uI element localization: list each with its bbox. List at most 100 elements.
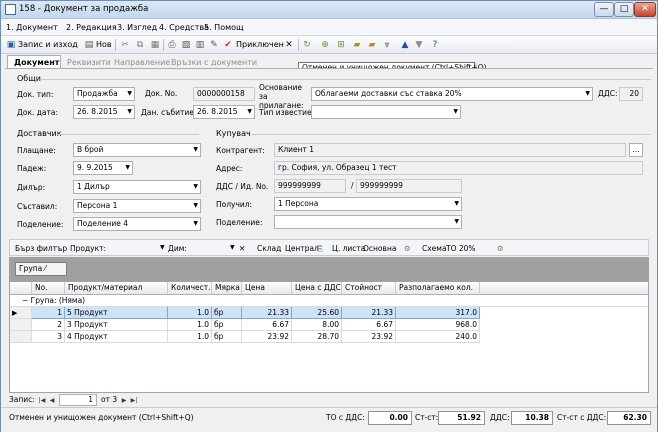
col-price-header[interactable]: Цена [242,282,292,295]
group-chip[interactable]: Група ⁄ [15,262,67,276]
notice-type-select[interactable]: ▼ [311,105,461,119]
cell-unit[interactable]: бр [212,331,242,343]
cell-price[interactable]: 21.33 [242,307,292,319]
buyer-dept-select[interactable]: ▼ [274,215,462,229]
cell-qty[interactable]: 1.0 [168,319,212,331]
warehouse-icon[interactable]: ⎘ [317,244,323,254]
row-indicator[interactable] [10,319,32,331]
copy-icon[interactable]: ⧉ [134,39,146,51]
scheme-icon[interactable]: ⚙ [497,244,504,253]
chevron-down-icon[interactable]: ▼ [160,244,165,251]
cell-unit[interactable]: бр [212,307,242,319]
tab-related-documents[interactable]: Връзки с документи [171,58,257,67]
col-price-vat-header[interactable]: Цена с ДДС [292,282,342,295]
add-row-icon[interactable]: ⊕ [319,39,331,51]
edit-icon[interactable]: ✎ [208,39,220,51]
cell-no[interactable]: 1 [32,307,65,319]
print-icon[interactable]: ⎙ [166,39,178,51]
col-unit-header[interactable]: Мярка [212,282,242,295]
down-arrow-icon[interactable]: ▼ [413,39,425,51]
up-arrow-icon[interactable]: ▲ [399,39,411,51]
cell-available[interactable]: 317.0 [396,307,480,319]
cell-price[interactable]: 23.92 [242,331,292,343]
cell-price-vat[interactable]: 28.70 [292,331,342,343]
prev-record-icon[interactable]: ◀ [48,396,56,405]
last-record-icon[interactable]: ▶| [130,396,138,405]
folder-icon[interactable]: ▰ [351,39,363,51]
next-record-icon[interactable]: ▶ [120,396,128,405]
refresh-icon[interactable]: ↻ [301,39,313,51]
counterparty-label: Контрагент: [216,146,265,155]
due-date-field[interactable]: 9. 9.2015 ▼ [73,161,133,175]
cell-no[interactable]: 2 [32,319,65,331]
new-button[interactable]: Нов [96,40,112,49]
pricelist-select[interactable]: Основна [363,244,396,253]
items-grid: No. Продукт/материал Количест... Мярка Ц… [9,281,649,393]
chevron-down-icon[interactable]: ▼ [230,244,235,251]
pricelist-icon[interactable]: ⚙ [404,244,411,253]
cell-available[interactable]: 968.0 [396,319,480,331]
cell-price-vat[interactable]: 25.60 [292,307,342,319]
scheme-select[interactable]: ТО 20% [446,244,476,253]
address-field: гр. София, ул. Образец 1 тест [274,161,643,175]
doc-date-field[interactable]: 26. 8.2015 ▼ [73,105,135,119]
tab-requisites[interactable]: Реквизити [67,58,111,67]
insert-icon[interactable]: ⊞ [335,39,347,51]
counterparty-browse-button[interactable]: ... [629,143,643,157]
export-icon[interactable]: ▥ [194,39,206,51]
dealer-select[interactable]: 1 Дилър ▼ [73,180,201,194]
menu-tools[interactable]: 4. Средства [159,23,209,32]
row-indicator[interactable] [10,331,32,343]
help-icon[interactable]: ? [429,39,441,51]
doc-type-select[interactable]: Продажба ▼ [73,87,135,101]
basis-select[interactable]: Облагаеми доставки със ставка 20% ▼ [311,87,593,101]
warehouse-select[interactable]: Централ [285,244,319,253]
tab-direction[interactable]: Направление [114,58,170,67]
menu-edit[interactable]: 2. Редакция [66,23,117,32]
menu-document[interactable]: 1. Документ [6,23,58,32]
cell-value[interactable]: 23.92 [342,331,396,343]
group-row[interactable]: − Група: (Няма) [10,295,648,307]
paste-icon[interactable]: ▦ [149,39,161,51]
cost-label: Ст-ст: [415,413,439,422]
first-record-icon[interactable]: |◀ [38,396,46,405]
event-date-field[interactable]: 26. 8.2015 ▼ [193,105,255,119]
author-select[interactable]: Персона 1 ▼ [73,199,201,213]
post-button[interactable]: Приключен [236,40,284,49]
close-button[interactable]: ✕ [634,2,656,17]
menu-help[interactable]: 5. Помощ [204,23,244,32]
col-value-header[interactable]: Стойност [342,282,396,295]
minimize-button[interactable]: — [594,2,614,17]
cancel-destroy-icon[interactable]: ✕ [283,39,295,51]
filter-icon[interactable]: ⩔ [381,39,393,51]
cell-value[interactable]: 6.67 [342,319,396,331]
save-exit-button[interactable]: Запис и изход [18,40,78,49]
cell-qty[interactable]: 1.0 [168,331,212,343]
payment-select[interactable]: В брой ▼ [73,143,201,157]
cell-product[interactable]: 4 Продукт [65,331,168,343]
col-no-header[interactable]: No. [32,282,65,295]
row-indicator[interactable]: ▶ [10,307,32,319]
col-available-header[interactable]: Разполагаемо кол. [396,282,480,295]
col-qty-header[interactable]: Количест... [168,282,212,295]
receiver-select[interactable]: 1 Персона ▼ [274,197,462,211]
tab-document[interactable]: Документ [7,55,61,69]
cut-icon[interactable]: ✂ [119,39,131,51]
cell-product[interactable]: 3 Продукт [65,319,168,331]
cell-no[interactable]: 3 [32,331,65,343]
clear-filter-icon[interactable]: ✕ [239,244,245,253]
preview-icon[interactable]: ▧ [180,39,192,51]
cell-unit[interactable]: бр [212,319,242,331]
cell-price-vat[interactable]: 8.00 [292,319,342,331]
cell-available[interactable]: 240.0 [396,331,480,343]
record-number-field[interactable]: 1 [59,394,97,406]
cell-qty[interactable]: 1.0 [168,307,212,319]
cell-value[interactable]: 21.33 [342,307,396,319]
col-product-header[interactable]: Продукт/материал [65,282,168,295]
menu-view[interactable]: 3. Изглед [117,23,157,32]
maximize-button[interactable]: □ [614,2,634,17]
folder-open-icon[interactable]: ▰ [366,39,378,51]
cell-product[interactable]: 5 Продукт [65,307,168,319]
supplier-dept-select[interactable]: Поделение 4 ▼ [73,217,201,231]
cell-price[interactable]: 6.67 [242,319,292,331]
